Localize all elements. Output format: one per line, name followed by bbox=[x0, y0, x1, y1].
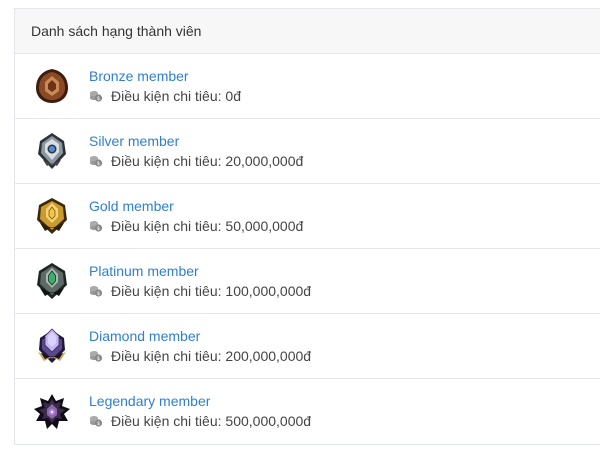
tier-name-link[interactable]: Silver member bbox=[89, 132, 303, 150]
coins-icon: $ bbox=[90, 416, 103, 427]
tier-condition: $ Điều kiện chi tiêu: 100,000,000đ bbox=[89, 281, 311, 301]
condition-amount: 100,000,000đ bbox=[225, 282, 312, 299]
condition-amount: 0đ bbox=[225, 87, 241, 104]
svg-text:$: $ bbox=[97, 421, 100, 427]
svg-text:$: $ bbox=[97, 96, 100, 102]
tier-name-link[interactable]: Legendary member bbox=[89, 392, 311, 410]
tier-row-gold: Gold member $ Điều kiện chi tiêu: 50,000… bbox=[15, 184, 600, 249]
condition-label: Điều kiện chi tiêu: bbox=[111, 87, 222, 104]
condition-label: Điều kiện chi tiêu: bbox=[111, 413, 222, 429]
diamond-badge-icon bbox=[38, 328, 66, 363]
svg-text:$: $ bbox=[97, 226, 100, 232]
tier-name-link[interactable]: Platinum member bbox=[89, 262, 311, 280]
tier-name-link[interactable]: Diamond member bbox=[89, 327, 311, 345]
tier-row-platinum: Platinum member $ Điều kiện chi tiêu: 10… bbox=[15, 249, 600, 314]
condition-amount: 20,000,000đ bbox=[225, 152, 304, 169]
tier-condition: $ Điều kiện chi tiêu: 500,000,000đ bbox=[89, 411, 311, 431]
gold-badge-icon bbox=[37, 198, 67, 234]
coins-icon: $ bbox=[90, 155, 103, 167]
tier-condition: $ Điều kiện chi tiêu: 20,000,000đ bbox=[89, 151, 303, 171]
legendary-badge-icon bbox=[34, 393, 70, 429]
condition-label: Điều kiện chi tiêu: bbox=[111, 347, 222, 364]
coins-icon: $ bbox=[90, 220, 103, 232]
condition-amount: 50,000,000đ bbox=[225, 217, 304, 234]
svg-text:$: $ bbox=[97, 356, 100, 362]
tier-name-link[interactable]: Gold member bbox=[89, 197, 303, 215]
member-tier-panel: Danh sách hạng thành viên Bronze member … bbox=[14, 8, 600, 445]
coins-icon: $ bbox=[90, 350, 103, 362]
bronze-badge-icon bbox=[36, 69, 68, 103]
condition-label: Điều kiện chi tiêu: bbox=[111, 217, 222, 234]
tier-condition: $ Điều kiện chi tiêu: 0đ bbox=[89, 86, 241, 106]
tier-row-legendary: Legendary member $ Điều kiện chi tiêu: 5… bbox=[15, 379, 600, 444]
coins-icon: $ bbox=[90, 90, 103, 102]
tier-row-bronze: Bronze member $ Điều kiện chi tiêu: 0đ bbox=[15, 54, 600, 119]
tier-condition: $ Điều kiện chi tiêu: 200,000,000đ bbox=[89, 346, 311, 366]
svg-text:$: $ bbox=[97, 291, 100, 297]
platinum-badge-icon bbox=[37, 263, 67, 299]
tier-condition: $ Điều kiện chi tiêu: 50,000,000đ bbox=[89, 216, 303, 236]
condition-amount: 200,000,000đ bbox=[225, 347, 312, 364]
tier-name-link[interactable]: Bronze member bbox=[89, 67, 241, 85]
panel-title: Danh sách hạng thành viên bbox=[15, 9, 600, 54]
silver-badge-icon bbox=[38, 133, 66, 169]
svg-text:$: $ bbox=[97, 161, 100, 167]
condition-label: Điều kiện chi tiêu: bbox=[111, 152, 222, 169]
condition-label: Điều kiện chi tiêu: bbox=[111, 282, 222, 299]
tier-row-silver: Silver member $ Điều kiện chi tiêu: 20,0… bbox=[15, 119, 600, 184]
tier-row-diamond: Diamond member $ Điều kiện chi tiêu: 200… bbox=[15, 314, 600, 379]
condition-amount: 500,000,000đ bbox=[225, 413, 312, 429]
coins-icon: $ bbox=[90, 285, 103, 297]
